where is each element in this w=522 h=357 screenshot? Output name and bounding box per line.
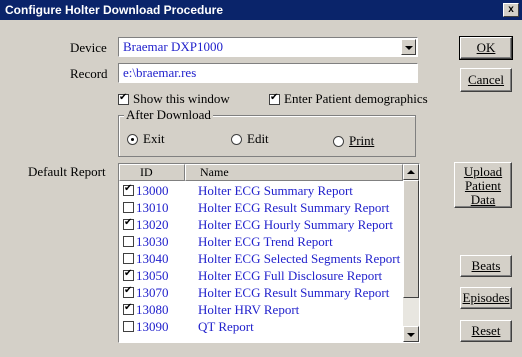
upload-label-line3: Data: [470, 192, 496, 207]
scroll-thumb[interactable]: [403, 180, 419, 298]
scroll-down-button[interactable]: [403, 326, 419, 342]
list-item[interactable]: 13000 Holter ECG Summary Report: [119, 182, 403, 199]
device-label: Device: [70, 40, 107, 55]
chevron-down-icon: [407, 333, 415, 337]
patient-demographics-checkbox[interactable]: Enter Patient demographics: [269, 91, 428, 107]
after-download-label: After Download: [124, 107, 213, 123]
show-window-label: Show this window: [133, 91, 230, 106]
chevron-up-icon: [407, 170, 415, 174]
radio-exit-label: Exit: [143, 131, 165, 146]
report-list-scrollbar[interactable]: [403, 164, 419, 342]
device-value: Braemar DXP1000: [123, 39, 224, 54]
title-bar: Configure Holter Download Procedure x: [0, 0, 522, 20]
upload-patient-data-button[interactable]: Upload Patient Data: [454, 162, 512, 208]
default-report-label: Default Report: [28, 164, 106, 179]
upload-label-line1: Upload: [463, 164, 503, 179]
report-checkbox[interactable]: [123, 268, 134, 281]
report-id: 13040: [136, 250, 169, 266]
beats-button[interactable]: Beats: [460, 255, 512, 277]
list-item[interactable]: 13020 Holter ECG Hourly Summary Report: [119, 216, 403, 233]
radio-edit-label: Edit: [247, 131, 269, 146]
column-header-id[interactable]: ID: [119, 164, 185, 181]
report-id: 13030: [136, 233, 169, 249]
list-item[interactable]: 13070 Holter ECG Result Summary Report: [119, 284, 403, 301]
radio-edit[interactable]: Edit: [231, 131, 269, 147]
report-name: Holter ECG Trend Report: [198, 233, 333, 249]
record-field[interactable]: e:\braemar.res: [118, 63, 418, 83]
report-checkbox[interactable]: [123, 253, 134, 264]
radio-print[interactable]: Print: [333, 133, 374, 149]
report-id: 13070: [136, 284, 169, 300]
show-window-checkbox[interactable]: Show this window: [118, 91, 230, 107]
device-select[interactable]: Braemar DXP1000: [118, 37, 418, 57]
list-item[interactable]: 13050 Holter ECG Full Disclosure Report: [119, 267, 403, 284]
report-id: 13000: [136, 182, 169, 198]
report-checkbox[interactable]: [123, 321, 134, 332]
report-checkbox[interactable]: [123, 183, 134, 196]
record-value: e:\braemar.res: [123, 65, 197, 80]
report-checkbox[interactable]: [123, 302, 134, 315]
device-dropdown-arrow[interactable]: [401, 39, 416, 55]
report-checkbox[interactable]: [123, 202, 134, 213]
cancel-button[interactable]: Cancel: [460, 68, 512, 92]
report-name: Holter ECG Summary Report: [198, 182, 353, 198]
radio-button[interactable]: [333, 135, 344, 147]
episodes-button[interactable]: Episodes: [460, 287, 512, 309]
ok-button[interactable]: OK: [459, 36, 513, 60]
report-list[interactable]: ID Name 13000Holter ECG Summary Report13…: [118, 163, 420, 343]
report-name: QT Report: [198, 318, 254, 334]
radio-button[interactable]: [231, 133, 242, 145]
patient-demographics-label: Enter Patient demographics: [284, 91, 428, 106]
upload-label-line2: Patient: [464, 178, 502, 193]
radio-button[interactable]: [127, 133, 138, 145]
list-item[interactable]: 13090 QT Report: [119, 318, 403, 335]
window-title: Configure Holter Download Procedure: [5, 3, 224, 17]
list-item[interactable]: 13030 Holter ECG Trend Report: [119, 233, 403, 250]
column-header-name[interactable]: Name: [185, 164, 403, 181]
report-checkbox[interactable]: [123, 236, 134, 247]
report-checkbox[interactable]: [123, 285, 134, 298]
list-item[interactable]: 13080 Holter HRV Report: [119, 301, 403, 318]
report-id: 13050: [136, 267, 169, 283]
report-name: Holter ECG Result Summary Report: [198, 284, 390, 300]
report-id: 13090: [136, 318, 169, 334]
list-item[interactable]: 13040 Holter ECG Selected Segments Report: [119, 250, 403, 267]
report-name: Holter ECG Hourly Summary Report: [198, 216, 393, 232]
report-name: Holter ECG Selected Segments Report: [198, 250, 401, 266]
scroll-up-button[interactable]: [403, 164, 419, 180]
report-name: Holter ECG Result Summary Report: [198, 199, 390, 215]
report-id: 13080: [136, 301, 169, 317]
report-name: Holter ECG Full Disclosure Report: [198, 267, 383, 283]
checkbox-box[interactable]: [269, 92, 280, 105]
report-id: 13020: [136, 216, 169, 232]
report-checkbox[interactable]: [123, 217, 134, 230]
report-id: 13010: [136, 199, 169, 215]
close-button[interactable]: x: [503, 3, 519, 17]
record-label: Record: [70, 66, 108, 81]
radio-print-label: Print: [349, 133, 375, 148]
list-item[interactable]: 13010 Holter ECG Result Summary Report: [119, 199, 403, 216]
radio-exit[interactable]: Exit: [127, 131, 165, 147]
reset-button[interactable]: Reset: [460, 320, 512, 342]
chevron-down-icon: [405, 46, 413, 50]
report-name: Holter HRV Report: [198, 301, 300, 317]
checkbox-box[interactable]: [118, 92, 129, 105]
